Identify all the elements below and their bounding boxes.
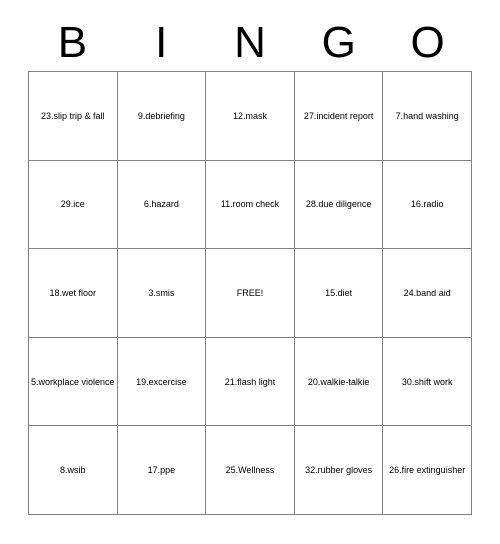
bingo-cell[interactable]: 16.radio — [383, 160, 472, 250]
bingo-cell[interactable]: 15.diet — [294, 249, 384, 338]
bingo-grid: 23.slip trip & fall 9.debriefing 12.mask… — [28, 71, 472, 515]
bingo-cell[interactable]: 9.debriefing — [117, 72, 207, 161]
bingo-cell-label: 27.incident report — [303, 110, 374, 121]
bingo-cell-label: 8.wsib — [60, 465, 86, 476]
bingo-cell[interactable]: 28.due diligence — [294, 160, 384, 250]
header-letter-o: O — [410, 17, 445, 67]
bingo-free-space-label: FREE! — [236, 287, 264, 298]
bingo-cell[interactable]: 20.walkie-talkie — [294, 337, 384, 427]
bingo-cell[interactable]: 23.slip trip & fall — [29, 72, 118, 161]
bingo-cell-label: 24.band aid — [403, 287, 451, 298]
bingo-cell[interactable]: 3.smis — [117, 249, 207, 338]
bingo-cell-label: 32.rubber gloves — [305, 465, 373, 476]
bingo-cell[interactable]: 18.wet floor — [29, 249, 118, 338]
bingo-cell[interactable]: 32.rubber gloves — [294, 426, 384, 515]
bingo-cell[interactable]: 19.excercise — [117, 337, 207, 427]
header-letter-n: N — [234, 17, 266, 67]
bingo-cell-label: 21.flash light — [224, 376, 276, 387]
bingo-cell[interactable]: 30.shift work — [383, 337, 472, 427]
bingo-cell-label: 12.mask — [232, 110, 267, 121]
bingo-cell-label: 26.fire extinguisher — [389, 465, 466, 476]
bingo-cell-label: 11.room check — [220, 199, 280, 210]
bingo-cell-label: 30.shift work — [401, 376, 453, 387]
bingo-cell[interactable]: 7.hand washing — [383, 72, 472, 161]
bingo-cell-label: 3.smis — [148, 287, 175, 298]
bingo-cell[interactable]: 21.flash light — [206, 337, 295, 427]
bingo-cell[interactable]: 6.hazard — [117, 160, 207, 250]
bingo-cell[interactable]: 17.ppe — [117, 426, 207, 515]
bingo-cell-label: 23.slip trip & fall — [41, 110, 105, 121]
header-letter-b: B — [57, 17, 88, 67]
bingo-cell[interactable]: 24.band aid — [383, 249, 472, 338]
bingo-cell[interactable]: 11.room check — [206, 160, 295, 250]
bingo-cell-label: 19.excercise — [136, 376, 187, 387]
bingo-header-row: B I N G O — [28, 14, 472, 71]
bingo-free-space[interactable]: FREE! — [206, 249, 295, 338]
bingo-cell-label: 15.diet — [325, 287, 353, 298]
bingo-cell-label: 7.hand washing — [395, 110, 459, 121]
bingo-card: B I N G O 23.slip trip & fall 9.debriefi… — [0, 0, 500, 544]
bingo-cell-label: 20.walkie-talkie — [307, 376, 370, 387]
bingo-cell-label: 29.ice — [60, 199, 85, 210]
bingo-cell-label: 16.radio — [410, 199, 444, 210]
bingo-cell-label: 6.hazard — [143, 199, 179, 210]
header-letter-i: I — [155, 17, 168, 67]
bingo-cell-label: 25.Wellness — [225, 465, 275, 476]
bingo-cell-label: 28.due diligence — [305, 199, 372, 210]
bingo-cell[interactable]: 29.ice — [29, 160, 118, 250]
bingo-cell[interactable]: 12.mask — [206, 72, 295, 161]
bingo-cell[interactable]: 27.incident report — [294, 72, 384, 161]
bingo-cell[interactable]: 5.workplace violence — [29, 337, 118, 427]
bingo-cell-label: 17.ppe — [147, 465, 176, 476]
bingo-cell[interactable]: 26.fire extinguisher — [383, 426, 472, 515]
bingo-cell-label: 5.workplace violence — [31, 376, 115, 387]
bingo-cell-label: 9.debriefing — [137, 110, 185, 121]
header-letter-g: G — [321, 17, 356, 67]
bingo-cell[interactable]: 8.wsib — [29, 426, 118, 515]
bingo-cell-label: 18.wet floor — [49, 287, 97, 298]
bingo-cell[interactable]: 25.Wellness — [206, 426, 295, 515]
